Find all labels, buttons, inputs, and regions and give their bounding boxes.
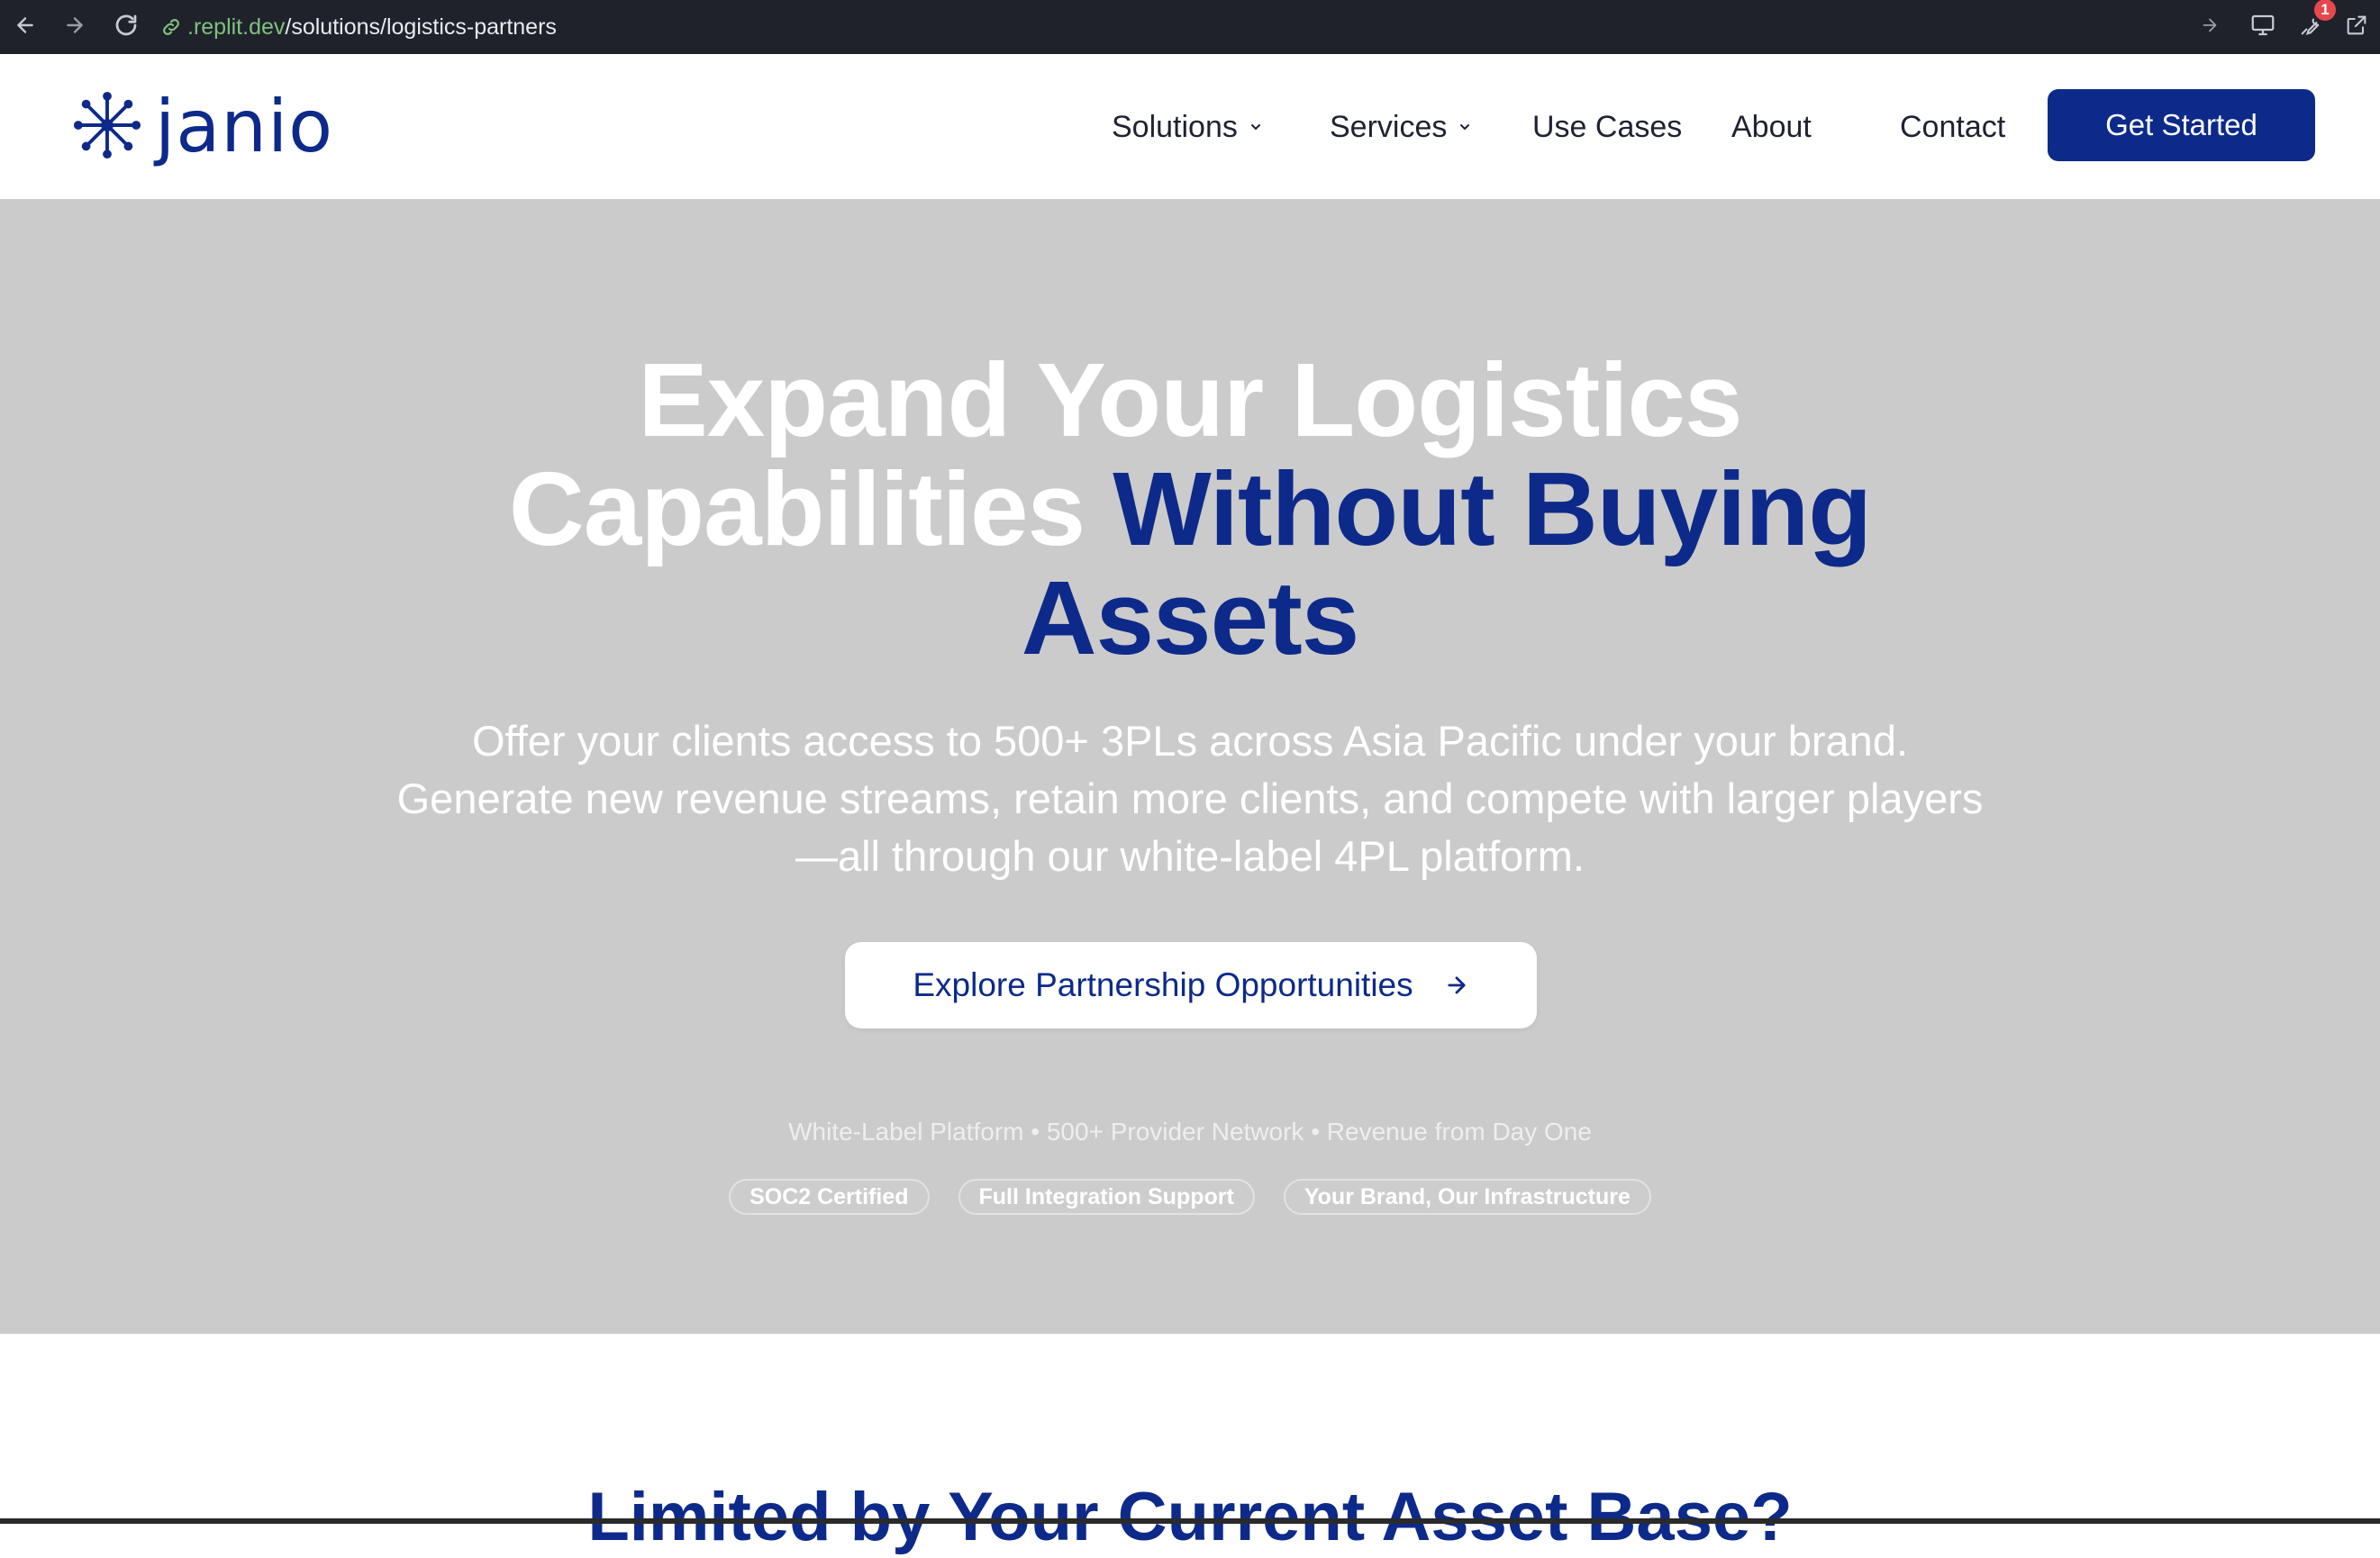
external-link-icon: [2344, 13, 2369, 42]
viewport-bottom-edge: [0, 1518, 2380, 1524]
site-header: janio Solutions Services Use Cases About…: [0, 54, 2380, 200]
hero-title: Expand Your Logistics Capabilities Witho…: [0, 346, 2380, 673]
explore-partnership-button[interactable]: Explore Partnership Opportunities: [845, 942, 1537, 1028]
explore-partnership-label: Explore Partnership Opportunities: [913, 966, 1413, 1003]
link-icon: [160, 16, 182, 38]
url-host: .replit.dev: [187, 14, 286, 40]
go-button[interactable]: [2187, 0, 2232, 54]
chevron-down-icon: [1249, 120, 1263, 134]
browser-toolbar: .replit.dev/solutions/logistics-partners…: [0, 0, 2380, 54]
logo-burst-icon: [72, 90, 142, 165]
devices-button[interactable]: [2240, 0, 2285, 54]
back-button[interactable]: [3, 0, 48, 54]
badge-integration-support: Full Integration Support: [958, 1179, 1255, 1215]
hero-title-accent: Without Buying: [1113, 450, 1872, 567]
forward-button[interactable]: [52, 0, 97, 54]
nav-contact[interactable]: Contact: [1900, 106, 2005, 148]
hero-badges: SOC2 Certified Full Integration Support …: [0, 1179, 2380, 1215]
hero-title-plain: Capabilities: [508, 450, 1113, 567]
hero-title-line-3: Assets: [1021, 559, 1359, 676]
tools-button[interactable]: 1: [2288, 0, 2336, 54]
nav-solutions-label: Solutions: [1112, 109, 1238, 144]
hero-section: Expand Your Logistics Capabilities Witho…: [0, 199, 2380, 1334]
section-title: Limited by Your Current Asset Base?: [587, 1479, 1793, 1555]
logo-wordmark: janio: [155, 85, 334, 168]
arrow-left-icon: [14, 14, 37, 41]
get-started-button[interactable]: Get Started: [2048, 89, 2315, 161]
reload-button[interactable]: [104, 0, 149, 54]
reload-icon: [113, 12, 140, 43]
nav-solutions[interactable]: Solutions: [1112, 106, 1263, 148]
hero-title-line-2: Capabilities Without Buying: [0, 455, 2380, 564]
arrow-right-icon: [1444, 973, 1469, 998]
address-bar[interactable]: .replit.dev/solutions/logistics-partners: [160, 7, 2142, 47]
url-path: /solutions/logistics-partners: [285, 14, 557, 40]
logo[interactable]: janio: [72, 86, 333, 168]
monitor-icon: [2249, 12, 2276, 43]
nav-services[interactable]: Services: [1330, 106, 1472, 148]
open-new-tab-button[interactable]: [2334, 0, 2379, 54]
hero-subtitle: Offer your clients access to 500+ 3PLs a…: [396, 717, 1984, 880]
arrow-right-icon: [63, 14, 86, 41]
notification-badge: 1: [2314, 0, 2336, 21]
chevron-down-icon: [1458, 120, 1472, 134]
nav-services-label: Services: [1330, 109, 1448, 144]
nav-about[interactable]: About: [1731, 106, 1812, 148]
arrow-right-icon: [2200, 15, 2220, 40]
badge-soc2: SOC2 Certified: [729, 1179, 930, 1215]
hero-feature-list: White-Label Platform • 500+ Provider Net…: [788, 1118, 1592, 1146]
hero-title-line-1: Expand Your Logistics: [638, 341, 1742, 458]
badge-your-brand: Your Brand, Our Infrastructure: [1283, 1179, 1651, 1215]
nav-use-cases[interactable]: Use Cases: [1532, 106, 1682, 148]
